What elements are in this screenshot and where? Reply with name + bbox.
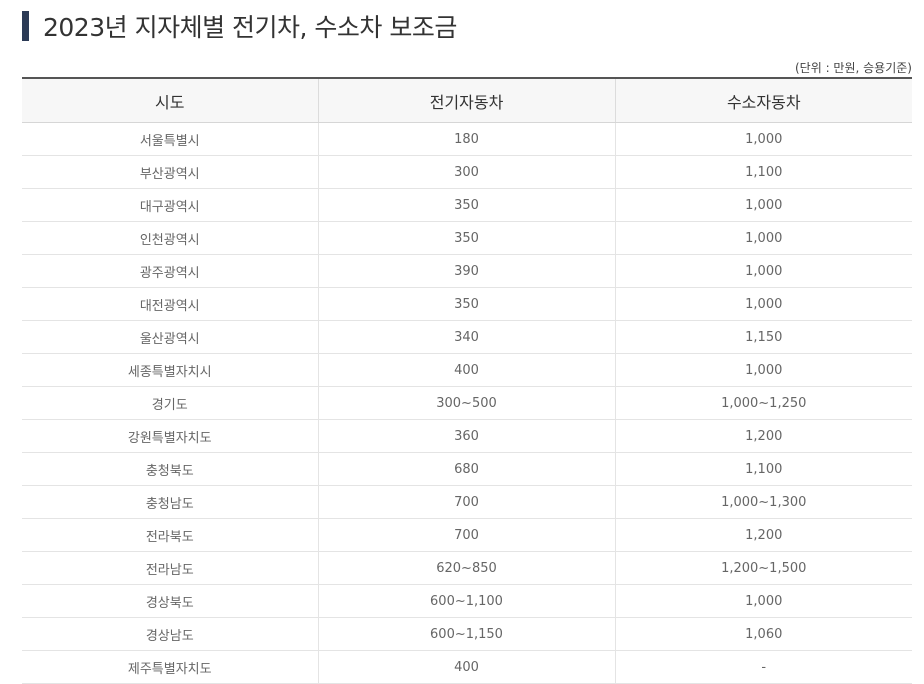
region-cell: 전라북도	[22, 518, 318, 552]
region-cell: 부산광역시	[22, 155, 318, 189]
electric-subsidy-cell: 680	[317, 452, 615, 486]
electric-subsidy-cell: 180	[317, 122, 615, 156]
hydrogen-subsidy-cell: 1,100	[614, 155, 912, 189]
table-row: 대전광역시 350 1,000	[22, 287, 912, 321]
subsidy-table: 시도 전기자동차 수소자동차 서울특별시 180 1,000 부산광역시 300 1,1…	[22, 77, 912, 684]
table-row: 강원특별자치도 360 1,200	[22, 419, 912, 453]
table-row: 제주특별자치도 400-	[22, 650, 912, 684]
hydrogen-subsidy-cell: 1,000	[614, 122, 912, 156]
region-cell: 세종특별자치시	[22, 353, 318, 387]
electric-subsidy-cell: 600~1,100	[317, 584, 615, 618]
region-cell: 서울특별시	[22, 122, 318, 156]
table-row: 경상남도 600~1,150 1,060	[22, 617, 912, 651]
electric-subsidy-cell: 400	[317, 650, 615, 684]
region-cell: 전라남도	[22, 551, 318, 585]
table-row: 울산광역시 340 1,150	[22, 320, 912, 354]
region-cell: 경상북도	[22, 584, 318, 618]
region-cell: 충청북도	[22, 452, 318, 486]
table-body: 서울특별시 180 1,000 부산광역시 300 1,100 대구광역시 350 1,00…	[22, 122, 912, 684]
electric-subsidy-cell: 400	[317, 353, 615, 387]
electric-subsidy-cell: 600~1,150	[317, 617, 615, 651]
electric-subsidy-cell: 360	[317, 419, 615, 453]
hydrogen-subsidy-cell: 1,000~1,300	[614, 485, 912, 519]
electric-subsidy-cell: 350	[317, 287, 615, 321]
region-cell: 제주특별자치도	[22, 650, 318, 684]
hydrogen-subsidy-cell: 1,200	[614, 419, 912, 453]
electric-subsidy-cell: 350	[317, 188, 615, 222]
hydrogen-subsidy-cell: 1,200	[614, 518, 912, 552]
region-cell: 울산광역시	[22, 320, 318, 354]
electric-subsidy-cell: 300	[317, 155, 615, 189]
region-cell: 광주광역시	[22, 254, 318, 288]
page-title: 2023년 지자체별 전기차, 수소차 보조금	[43, 13, 457, 42]
hydrogen-subsidy-cell: 1,150	[614, 320, 912, 354]
region-cell: 충청남도	[22, 485, 318, 519]
table-row: 광주광역시 390 1,000	[22, 254, 912, 288]
table-row: 충청남도 700 1,000~1,300	[22, 485, 912, 519]
table-row: 전라남도 620~850 1,200~1,500	[22, 551, 912, 585]
electric-subsidy-cell: 620~850	[317, 551, 615, 585]
hydrogen-subsidy-cell: 1,000	[614, 353, 912, 387]
hydrogen-subsidy-cell: -	[614, 650, 912, 684]
page-title-wrap: 2023년 지자체별 전기차, 수소차 보조금	[22, 10, 457, 42]
electric-subsidy-cell: 300~500	[317, 386, 615, 420]
hydrogen-subsidy-cell: 1,000	[614, 287, 912, 321]
hydrogen-subsidy-cell: 1,200~1,500	[614, 551, 912, 585]
table-row: 부산광역시 300 1,100	[22, 155, 912, 189]
header-region: 시도	[22, 78, 318, 123]
region-cell: 대구광역시	[22, 188, 318, 222]
table-row: 전라북도 700 1,200	[22, 518, 912, 552]
table-row: 인천광역시 350 1,000	[22, 221, 912, 255]
electric-subsidy-cell: 390	[317, 254, 615, 288]
region-cell: 대전광역시	[22, 287, 318, 321]
electric-subsidy-cell: 700	[317, 485, 615, 519]
hydrogen-subsidy-cell: 1,000	[614, 254, 912, 288]
table-row: 대구광역시 350 1,000	[22, 188, 912, 222]
header-electric-vehicle: 전기자동차	[317, 78, 615, 123]
electric-subsidy-cell: 350	[317, 221, 615, 255]
hydrogen-subsidy-cell: 1,000	[614, 221, 912, 255]
hydrogen-subsidy-cell: 1,000	[614, 584, 912, 618]
unit-note: (단위 : 만원, 승용기준)	[795, 61, 912, 75]
table-row: 세종특별자치시 400 1,000	[22, 353, 912, 387]
hydrogen-subsidy-cell: 1,100	[614, 452, 912, 486]
header-hydrogen-vehicle: 수소자동차	[614, 78, 912, 123]
table-row: 경기도 300~500 1,000~1,250	[22, 386, 912, 420]
table-row: 경상북도 600~1,100 1,000	[22, 584, 912, 618]
region-cell: 경기도	[22, 386, 318, 420]
hydrogen-subsidy-cell: 1,000~1,250	[614, 386, 912, 420]
table-row: 충청북도 680 1,100	[22, 452, 912, 486]
electric-subsidy-cell: 700	[317, 518, 615, 552]
table-header-row: 시도 전기자동차 수소자동차	[22, 78, 912, 123]
region-cell: 경상남도	[22, 617, 318, 651]
title-accent-bar	[22, 11, 29, 41]
region-cell: 강원특별자치도	[22, 419, 318, 453]
hydrogen-subsidy-cell: 1,000	[614, 188, 912, 222]
table-row: 서울특별시 180 1,000	[22, 122, 912, 156]
region-cell: 인천광역시	[22, 221, 318, 255]
electric-subsidy-cell: 340	[317, 320, 615, 354]
hydrogen-subsidy-cell: 1,060	[614, 617, 912, 651]
